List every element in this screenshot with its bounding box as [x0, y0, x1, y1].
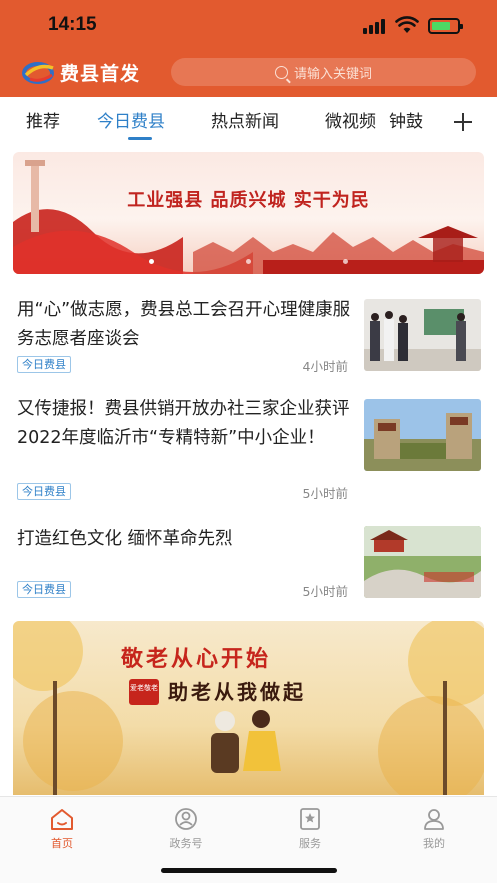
news-item[interactable]: 用“心”做志愿，费县总工会召开心理健康服务志愿者座谈会 今日费县 4小时前	[0, 293, 497, 383]
battery-icon	[428, 18, 463, 34]
tab-recommend[interactable]: 推荐	[26, 107, 60, 132]
tabbar-label: 我的	[423, 837, 445, 850]
ad-stamp: 爱老敬老	[129, 679, 159, 705]
news-thumbnail	[364, 526, 481, 598]
app-name: 费县首发	[60, 62, 141, 85]
news-thumbnail	[364, 299, 481, 371]
elderly-care-ad[interactable]: 敬老从心开始 爱老敬老 助老从我做起	[13, 621, 484, 795]
feixian-logo-icon	[22, 62, 54, 84]
news-tag: 今日费县	[17, 581, 71, 598]
tabbar-service[interactable]: 服务	[280, 807, 340, 851]
news-time: 4小时前	[302, 359, 348, 374]
government-account-icon	[175, 808, 197, 830]
category-tabs: 推荐 今日费县 热点新闻 微视频 钟鼓	[0, 97, 497, 143]
carousel-dots	[13, 249, 484, 268]
wifi-icon	[395, 16, 419, 33]
home-icon	[51, 809, 73, 830]
active-tab-indicator	[128, 137, 152, 140]
home-indicator[interactable]	[161, 868, 337, 873]
news-item[interactable]: 打造红色文化 缅怀革命先烈 今日费县 5小时前	[0, 520, 497, 605]
carousel-dot[interactable]	[149, 259, 154, 264]
banner-title: 工业强县 品质兴城 实干为民	[127, 190, 370, 211]
tabbar-label: 首页	[51, 837, 73, 850]
news-item[interactable]: 又传捷报！费县供销开放办社三家企业获评2022年度临沂市“专精特新”中小企业！ …	[0, 395, 497, 505]
status-bar: 14:15	[0, 0, 497, 52]
tab-today-feixian[interactable]: 今日费县	[97, 107, 165, 132]
news-time: 5小时前	[302, 584, 348, 599]
carousel-dot[interactable]	[246, 259, 251, 264]
ad-headline: 敬老从心开始	[121, 646, 272, 672]
search-placeholder: 请输入关键词	[293, 66, 372, 82]
tab-zhonggu[interactable]: 钟鼓	[389, 107, 423, 132]
news-time: 5小时前	[302, 486, 348, 501]
plus-icon[interactable]	[453, 112, 473, 132]
search-bar[interactable]: 请输入关键词	[171, 58, 476, 86]
news-title: 用“心”做志愿，费县总工会召开心理健康服务志愿者座谈会	[17, 300, 351, 349]
tabbar-profile[interactable]: 我的	[404, 807, 464, 851]
app-header: 14:15 费县首发 请输入关键词	[0, 0, 497, 97]
tab-micro-video[interactable]: 微视频	[325, 107, 376, 132]
news-title: 又传捷报！费县供销开放办社三家企业获评2022年度临沂市“专精特新”中小企业！	[17, 399, 350, 448]
tabbar-label: 政务号	[169, 837, 203, 850]
tabbar-government[interactable]: 政务号	[156, 807, 216, 851]
status-time: 14:15	[48, 14, 97, 35]
banner-carousel[interactable]: 工业强县 品质兴城 实干为民	[13, 152, 484, 274]
service-icon	[300, 808, 320, 830]
tab-hot-news[interactable]: 热点新闻	[211, 107, 279, 132]
search-icon	[274, 65, 288, 79]
news-title: 打造红色文化 缅怀革命先烈	[17, 529, 233, 549]
app-logo[interactable]: 费县首发	[22, 58, 140, 86]
ad-subheadline: 助老从我做起	[168, 680, 306, 704]
cellular-signal-icon	[363, 18, 389, 34]
news-tag: 今日费县	[17, 483, 71, 500]
carousel-dot[interactable]	[343, 259, 348, 264]
profile-icon	[424, 809, 444, 830]
news-thumbnail	[364, 399, 481, 471]
tabbar-home[interactable]: 首页	[32, 807, 92, 851]
news-tag: 今日费县	[17, 356, 71, 373]
tabbar-label: 服务	[299, 837, 321, 850]
